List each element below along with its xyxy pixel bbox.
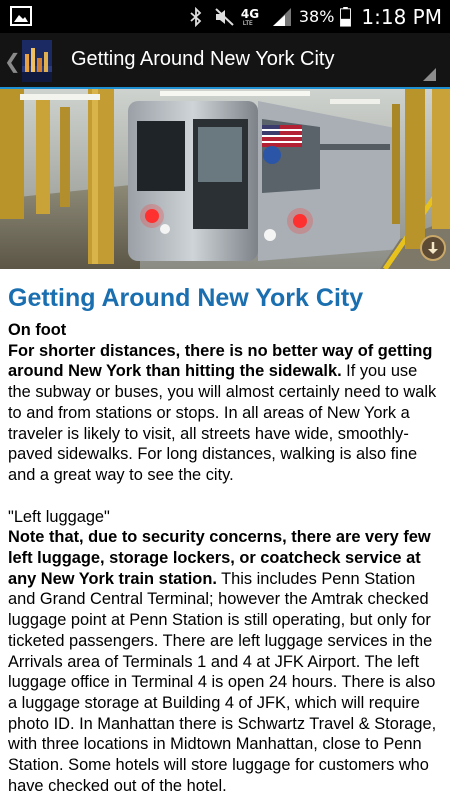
app-thumbnail-icon[interactable]: [22, 40, 52, 82]
signal-icon: [272, 7, 291, 26]
battery-percent: 38%: [298, 7, 335, 26]
back-chevron-icon[interactable]: ❮: [4, 49, 21, 73]
section-left-luggage: "Left luggage" Note that, due to securit…: [8, 507, 438, 797]
gallery-icon: [10, 6, 32, 26]
status-bar: 4G LTE 38% 1:18 PM: [0, 0, 450, 33]
section-heading: On foot: [8, 321, 67, 339]
section-body: This includes Penn Station and Grand Cen…: [8, 569, 437, 795]
overflow-corner-icon[interactable]: [423, 68, 436, 81]
download-icon[interactable]: [420, 235, 446, 261]
bluetooth-icon: [190, 6, 202, 27]
network-label: 4G: [240, 6, 260, 21]
mute-icon: [215, 7, 234, 26]
action-bar-title: Getting Around New York City: [71, 48, 335, 70]
section-heading: "Left luggage": [8, 507, 110, 526]
battery-icon: [340, 6, 352, 27]
section-on-foot: On foot For shorter distances, there is …: [8, 320, 438, 486]
section-body: If you use the subway or buses, you will…: [8, 362, 437, 484]
action-bar: ❮ Getting Around New York City: [0, 33, 450, 89]
clock: 1:18 PM: [361, 4, 442, 29]
4g-lte-icon: 4G LTE: [240, 6, 260, 27]
hero-image: [0, 89, 450, 269]
article-title: Getting Around New York City: [8, 284, 364, 312]
article-content: Getting Around New York City On foot For…: [8, 282, 438, 796]
subway-photo: [0, 89, 450, 269]
